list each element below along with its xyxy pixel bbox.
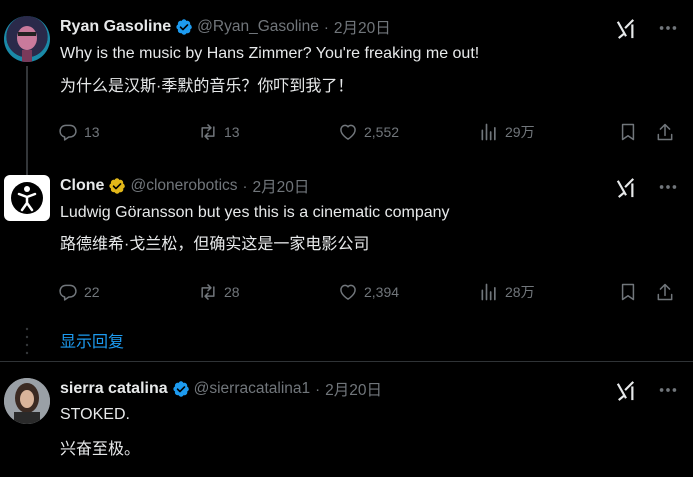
tweet-translation: 为什么是汉斯·季默的音乐？你吓到我了！ bbox=[60, 78, 354, 95]
views-button[interactable]: 29万 bbox=[479, 122, 535, 142]
tweet-header: Ryan Gasoline @Ryan_Gasoline · 2月20日 bbox=[60, 16, 391, 38]
tweet-clone[interactable]: Clone @clonerobotics · 2月20日 Ludwig Göra… bbox=[0, 175, 693, 315]
tweet-sierra-catalina[interactable]: sierra catalina @sierracatalina1 · 2月20日… bbox=[0, 378, 693, 477]
display-name[interactable]: Ryan Gasoline bbox=[60, 18, 171, 36]
separator: · bbox=[323, 18, 329, 36]
more-icon[interactable] bbox=[657, 379, 679, 401]
more-icon[interactable] bbox=[657, 17, 679, 39]
bookmark-button[interactable] bbox=[618, 282, 638, 302]
bookmark-icon bbox=[618, 282, 638, 302]
verified-badge-icon[interactable] bbox=[175, 18, 193, 36]
reply-button[interactable]: 13 bbox=[58, 122, 100, 142]
like-icon bbox=[338, 282, 358, 302]
tweet-text: Why is the music by Hans Zimmer? You're … bbox=[60, 45, 480, 62]
reply-icon bbox=[58, 122, 78, 142]
divider bbox=[0, 361, 693, 362]
timestamp[interactable]: 2月20日 bbox=[325, 378, 382, 400]
handle[interactable]: @sierracatalina1 bbox=[194, 380, 311, 398]
grok-icon[interactable] bbox=[615, 19, 637, 39]
tweet-text: STOKED. bbox=[60, 406, 130, 423]
separator: · bbox=[315, 380, 321, 398]
reply-count: 22 bbox=[84, 284, 100, 300]
like-count: 2,394 bbox=[364, 284, 400, 300]
action-bar: 13 13 2,552 29万 bbox=[58, 122, 688, 146]
avatar-face-icon bbox=[4, 378, 50, 424]
views-icon bbox=[479, 282, 499, 302]
separator: · bbox=[242, 177, 248, 195]
reply-count: 13 bbox=[84, 124, 100, 140]
handle[interactable]: @Ryan_Gasoline bbox=[197, 18, 319, 36]
tweet-ryan-gasoline[interactable]: Ryan Gasoline @Ryan_Gasoline · 2月20日 Why… bbox=[0, 16, 693, 186]
retweet-button[interactable]: 13 bbox=[198, 122, 240, 142]
reply-button[interactable]: 22 bbox=[58, 282, 100, 302]
reply-icon bbox=[58, 282, 78, 302]
tweet-header: sierra catalina @sierracatalina1 · 2月20日 bbox=[60, 378, 382, 400]
share-icon bbox=[655, 122, 675, 142]
verified-badge-icon[interactable] bbox=[172, 380, 190, 398]
like-icon bbox=[338, 122, 358, 142]
tweet-translation: 路德维希·戈兰松，但确实这是一家电影公司 bbox=[60, 236, 370, 253]
clone-logo-icon bbox=[11, 182, 43, 214]
handle[interactable]: @clonerobotics bbox=[130, 177, 237, 195]
retweet-icon bbox=[198, 282, 218, 302]
retweet-button[interactable]: 28 bbox=[198, 282, 240, 302]
retweet-icon bbox=[198, 122, 218, 142]
retweet-count: 28 bbox=[224, 284, 240, 300]
display-name[interactable]: sierra catalina bbox=[60, 380, 168, 398]
verified-badge-icon[interactable] bbox=[108, 177, 126, 195]
bookmark-button[interactable] bbox=[618, 122, 638, 142]
views-count: 29万 bbox=[505, 124, 535, 140]
action-bar: 22 28 2,394 28万 bbox=[58, 282, 688, 306]
timestamp[interactable]: 2月20日 bbox=[334, 16, 391, 38]
thread-dots bbox=[25, 327, 29, 355]
share-button[interactable] bbox=[655, 122, 675, 142]
avatar-face-icon bbox=[17, 26, 37, 62]
like-button[interactable]: 2,394 bbox=[338, 282, 399, 302]
thread-line bbox=[26, 66, 28, 186]
views-icon bbox=[479, 122, 499, 142]
grok-icon[interactable] bbox=[615, 381, 637, 401]
tweet-text: Ludwig Göransson but yes this is a cinem… bbox=[60, 204, 450, 221]
more-icon[interactable] bbox=[657, 176, 679, 198]
bookmark-icon bbox=[618, 122, 638, 142]
tweet-header: Clone @clonerobotics · 2月20日 bbox=[60, 175, 309, 197]
views-count: 28万 bbox=[505, 284, 535, 300]
retweet-count: 13 bbox=[224, 124, 240, 140]
show-replies-link[interactable]: 显示回复 bbox=[60, 328, 124, 352]
tweet-translation: 兴奋至极。 bbox=[60, 441, 141, 458]
like-button[interactable]: 2,552 bbox=[338, 122, 399, 142]
views-button[interactable]: 28万 bbox=[479, 282, 535, 302]
share-button[interactable] bbox=[655, 282, 675, 302]
share-icon bbox=[655, 282, 675, 302]
like-count: 2,552 bbox=[364, 124, 400, 140]
avatar[interactable] bbox=[4, 378, 50, 424]
timestamp[interactable]: 2月20日 bbox=[253, 175, 310, 197]
avatar[interactable] bbox=[4, 175, 50, 221]
display-name[interactable]: Clone bbox=[60, 177, 104, 195]
grok-icon[interactable] bbox=[615, 178, 637, 198]
avatar[interactable] bbox=[4, 16, 50, 62]
